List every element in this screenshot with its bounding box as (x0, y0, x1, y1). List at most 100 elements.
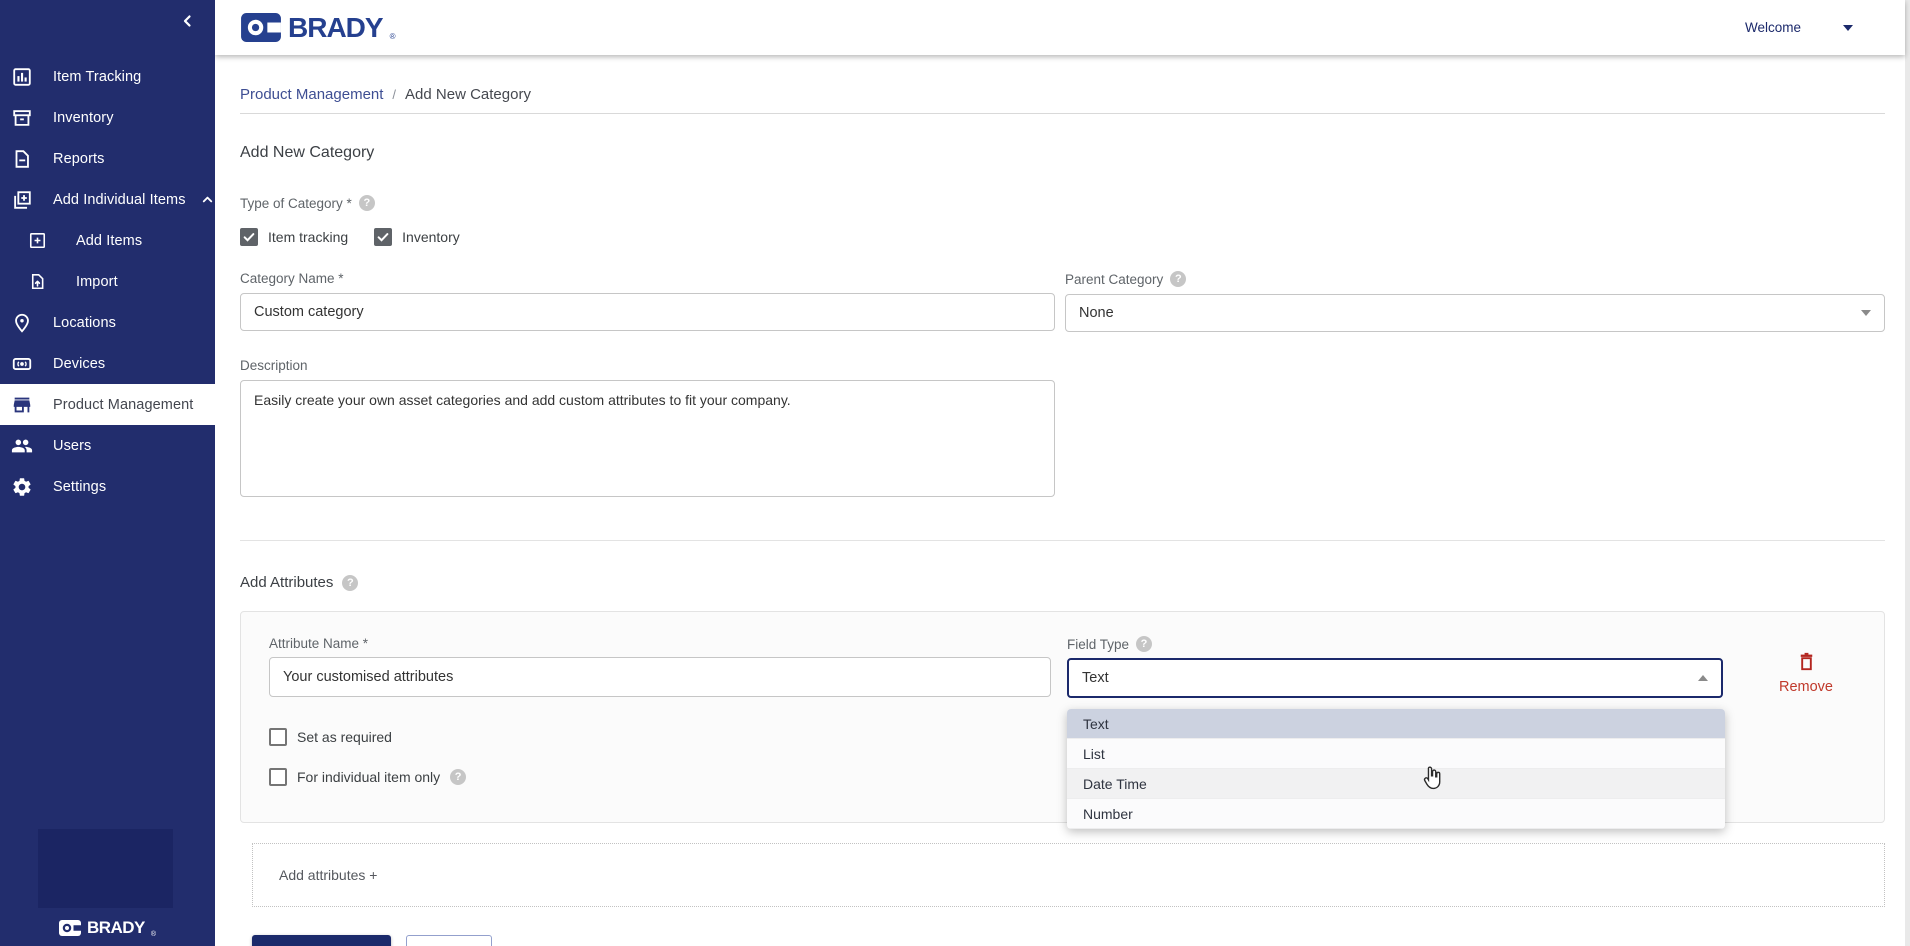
welcome-label: Welcome (1745, 20, 1801, 35)
breadcrumb: Product Management / Add New Category (240, 86, 1885, 103)
sidebar-item-import[interactable]: Import (0, 261, 215, 302)
remove-attribute-button[interactable]: Remove (1756, 636, 1856, 698)
sidebar-item-label: Users (53, 438, 91, 454)
chevron-up-icon (1698, 675, 1708, 681)
registered-mark: ® (151, 931, 156, 938)
parent-category-label-text: Parent Category (1065, 272, 1163, 287)
type-of-category-label-text: Type of Category * (240, 196, 352, 211)
remove-label: Remove (1779, 679, 1833, 695)
help-icon[interactable]: ? (1136, 636, 1152, 652)
sidebar-item-devices[interactable]: Devices (0, 343, 215, 384)
form-actions: ADD CATEGORY CANCEL (252, 935, 1885, 946)
individual-item-only-checkbox[interactable] (269, 768, 287, 786)
sidebar-collapse-button[interactable] (179, 12, 197, 30)
chevron-down-icon (1843, 25, 1853, 31)
check-icon (376, 230, 390, 244)
parent-category-select[interactable]: None (1065, 294, 1885, 332)
location-pin-icon (11, 312, 33, 334)
welcome-menu[interactable]: Welcome (1745, 0, 1853, 55)
sidebar-item-label: Reports (53, 151, 104, 167)
description-textarea[interactable]: Easily create your own asset categories … (240, 380, 1055, 497)
page-title: Add New Category (240, 144, 1885, 162)
attribute-name-input[interactable] (269, 657, 1051, 697)
field-type-option-date-time[interactable]: Date Time (1067, 769, 1725, 799)
sidebar-item-label: Product Management (53, 397, 193, 413)
field-type-label-text: Field Type (1067, 637, 1129, 652)
field-type-option-text[interactable]: Text (1067, 709, 1725, 739)
individual-item-only-row[interactable]: For individual item only ? (269, 768, 466, 786)
field-type-option-number[interactable]: Number (1067, 799, 1725, 829)
help-icon[interactable]: ? (359, 195, 375, 211)
add-attributes-title: Add Attributes ? (240, 574, 1885, 591)
right-gutter (1905, 0, 1910, 946)
help-icon[interactable]: ? (1170, 271, 1186, 287)
app-root: Item Tracking Inventory Reports Add Indi… (0, 0, 1910, 946)
sidebar-item-label: Item Tracking (53, 69, 141, 85)
page-content: Product Management / Add New Category Ad… (240, 55, 1885, 946)
parent-category-group: Parent Category ? None (1065, 271, 1885, 332)
bar-chart-icon (11, 66, 33, 88)
brand-wordmark: BRADY (87, 918, 145, 938)
category-name-group: Category Name * (240, 271, 1055, 332)
brady-symbol-icon (241, 13, 281, 42)
sidebar-item-label: Inventory (53, 110, 114, 126)
add-attributes-title-text: Add Attributes (240, 574, 333, 591)
sidebar-item-locations[interactable]: Locations (0, 302, 215, 343)
field-type-label: Field Type ? (1067, 636, 1723, 652)
add-attributes-button[interactable]: Add attributes + (252, 843, 1885, 907)
sidebar-item-users[interactable]: Users (0, 425, 215, 466)
field-type-option-list[interactable]: List (1067, 739, 1725, 769)
checkbox-label: Inventory (402, 229, 460, 245)
store-icon (11, 394, 33, 416)
users-icon (11, 435, 33, 457)
add-category-button[interactable]: ADD CATEGORY (252, 935, 391, 946)
attribute-card: Attribute Name * Field Type ? Text (240, 611, 1885, 823)
attribute-name-group: Attribute Name * (269, 636, 1051, 698)
sidebar-item-reports[interactable]: Reports (0, 138, 215, 179)
cancel-button[interactable]: CANCEL (406, 935, 492, 946)
type-of-category-options: Item tracking Inventory (240, 228, 1885, 246)
main-area: BRADY ® Welcome Product Management / Add… (215, 0, 1905, 946)
item-tracking-checkbox-row[interactable]: Item tracking (240, 228, 348, 246)
sidebar-item-label: Settings (53, 479, 106, 495)
field-type-select[interactable]: Text (1067, 658, 1723, 698)
sidebar-item-settings[interactable]: Settings (0, 466, 215, 507)
header-brady-logo: BRADY ® (241, 13, 395, 42)
library-add-icon (11, 189, 33, 211)
sidebar-item-item-tracking[interactable]: Item Tracking (0, 56, 215, 97)
inventory-checkbox-row[interactable]: Inventory (374, 228, 460, 246)
sidebar-item-label: Add Items (76, 233, 142, 249)
sidebar-item-label: Import (76, 274, 118, 290)
sidebar-footer-panel (38, 829, 173, 908)
breadcrumb-product-management[interactable]: Product Management (240, 86, 383, 103)
checkbox-label: Set as required (297, 729, 392, 745)
device-scanner-icon (11, 353, 33, 375)
sidebar-item-add-individual-items[interactable]: Add Individual Items (0, 179, 215, 220)
gear-icon (11, 476, 33, 498)
sidebar-item-inventory[interactable]: Inventory (0, 97, 215, 138)
attribute-row: Attribute Name * Field Type ? Text (269, 636, 1856, 698)
registered-mark: ® (390, 33, 396, 41)
attribute-name-label: Attribute Name * (269, 636, 1051, 651)
breadcrumb-separator: / (392, 87, 396, 102)
type-of-category-label: Type of Category * ? (240, 195, 1885, 211)
help-icon[interactable]: ? (450, 769, 466, 785)
item-tracking-checkbox[interactable] (240, 228, 258, 246)
sidebar-item-add-items[interactable]: Add Items (0, 220, 215, 261)
category-name-input[interactable] (240, 293, 1055, 331)
sidebar-item-label: Devices (53, 356, 105, 372)
trash-icon (1795, 650, 1818, 673)
inventory-checkbox[interactable] (374, 228, 392, 246)
chevron-up-icon (200, 192, 215, 207)
set-as-required-row[interactable]: Set as required (269, 728, 392, 746)
help-icon[interactable]: ? (342, 575, 358, 591)
inventory-box-icon (11, 107, 33, 129)
sidebar-item-product-management[interactable]: Product Management (0, 384, 215, 425)
report-document-icon (11, 148, 33, 170)
name-parent-row: Category Name * Parent Category ? None (240, 271, 1885, 332)
field-type-value: Text (1082, 670, 1109, 686)
set-as-required-checkbox[interactable] (269, 728, 287, 746)
category-name-label: Category Name * (240, 271, 1055, 286)
brady-symbol-icon (59, 920, 81, 936)
chevron-left-icon (179, 12, 197, 30)
